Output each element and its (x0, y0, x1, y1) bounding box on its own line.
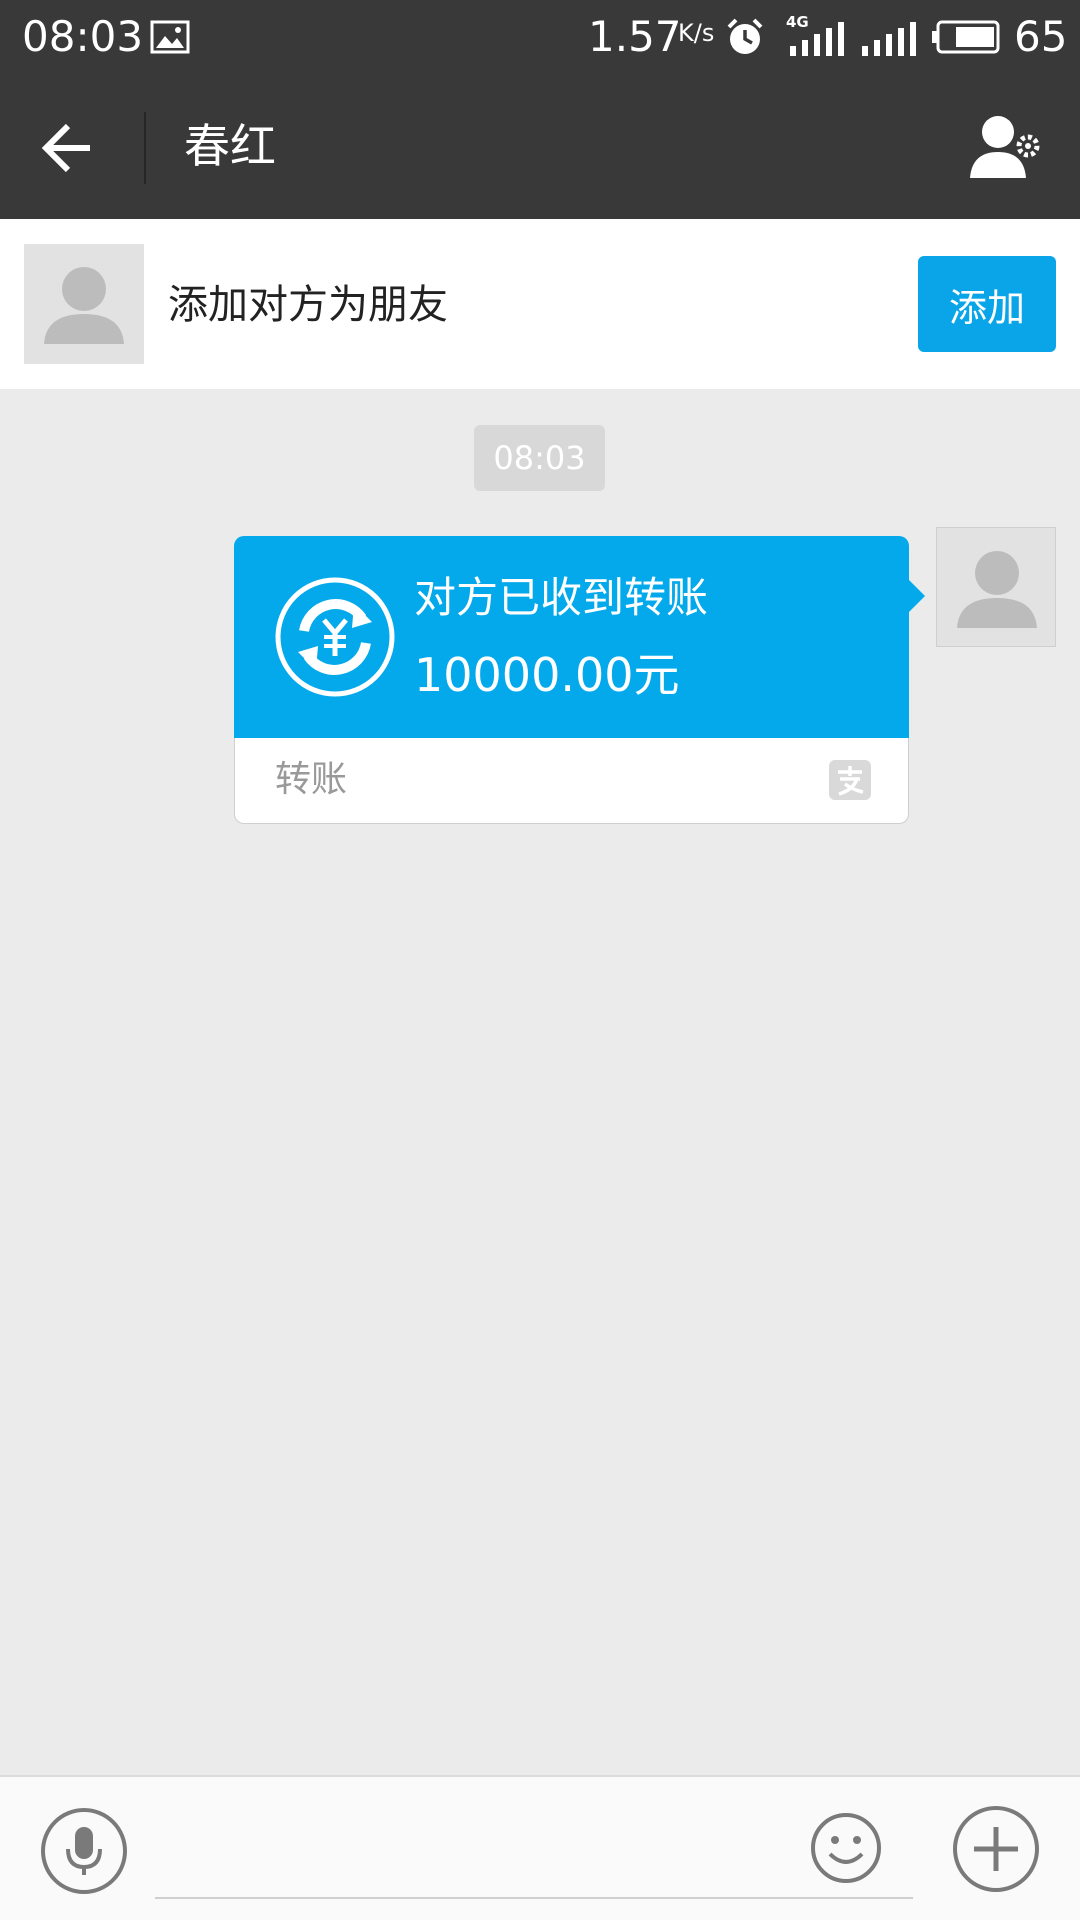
title-divider (144, 112, 146, 184)
emoji-icon[interactable] (810, 1812, 882, 1884)
avatar[interactable] (936, 527, 1056, 647)
transfer-label: 转账 (275, 759, 348, 800)
transfer-yuan-icon (275, 577, 395, 697)
status-time: 08:03 (22, 12, 144, 61)
signal-strength-icon (790, 22, 844, 56)
add-friend-button[interactable]: 添加 (918, 256, 1056, 352)
transfer-card-header: 对方已收到转账 10000.00元 (234, 536, 909, 738)
add-friend-prompt: 添加对方为朋友 (168, 282, 448, 328)
image-notification-icon (150, 20, 190, 54)
network-speed-unit: K/s (678, 19, 715, 47)
bubble-tail (909, 580, 925, 612)
status-bar: 08:03 1.57 K/s 4G 65 (0, 0, 1080, 76)
add-friend-banner: 添加对方为朋友 添加 (0, 219, 1080, 389)
chat-title: 春红 (184, 119, 276, 173)
input-bar (0, 1775, 1080, 1920)
title-bar: 春红 (0, 76, 1080, 219)
transfer-status: 对方已收到转账 (414, 573, 709, 622)
plus-icon[interactable] (952, 1805, 1040, 1893)
chat-area[interactable]: 08:03 对方已收到转账 10000.00元 转账 (0, 389, 1080, 1775)
message-timestamp: 08:03 (474, 425, 605, 491)
battery-icon (932, 20, 1000, 54)
avatar[interactable] (24, 244, 144, 364)
transfer-message-card[interactable]: 对方已收到转账 10000.00元 转账 (234, 536, 925, 824)
screen: 08:03 1.57 K/s 4G 65 春红 添加对方为朋友 添加 08:03… (0, 0, 1080, 1920)
network-speed: 1.57 (588, 12, 682, 61)
alarm-icon (727, 18, 763, 54)
battery-level: 65 (1014, 12, 1068, 61)
transfer-amount: 10000.00元 (414, 648, 680, 702)
signal-strength-icon-2 (862, 22, 916, 56)
profile-settings-icon[interactable] (968, 112, 1048, 184)
transfer-card-footer: 转账 (234, 738, 909, 824)
avatar-icon (44, 267, 124, 344)
avatar-icon (957, 551, 1037, 628)
microphone-icon[interactable] (40, 1807, 128, 1895)
message-input[interactable] (155, 1799, 913, 1899)
back-arrow-icon[interactable] (40, 118, 100, 178)
alipay-icon (829, 760, 871, 800)
